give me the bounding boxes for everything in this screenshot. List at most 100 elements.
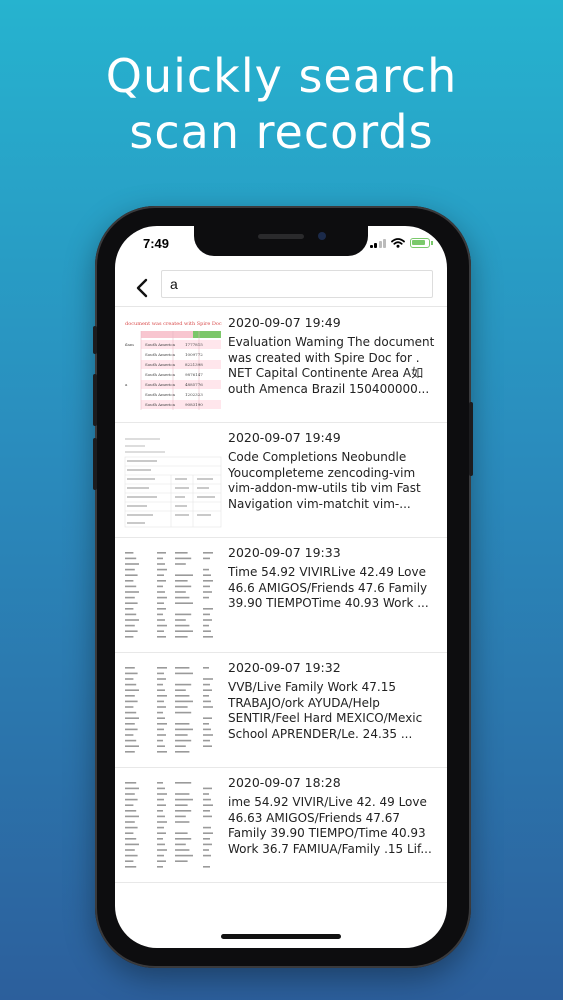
camera — [318, 232, 326, 240]
thumbnail-text-line — [125, 608, 134, 610]
thumbnail-text-line — [175, 849, 190, 851]
thumbnail-text-line — [175, 672, 193, 675]
thumbnail-text-line — [157, 574, 164, 576]
thumbnail-text-line — [175, 557, 192, 560]
thumbnail-text-line — [203, 608, 213, 610]
thumbnail-text-line — [125, 723, 135, 725]
thumbnail-text-line — [203, 636, 213, 638]
thumbnail-text-line — [203, 826, 211, 829]
record-text: Time 54.92 VIVIRLive 42.49 Love 46.6 AMI… — [228, 565, 429, 610]
svg-text:South America: South America — [145, 402, 176, 407]
records-list: document was created with Spire Doc for … — [115, 308, 447, 883]
thumbnail-text-line — [203, 613, 210, 616]
thumbnail-text-line — [175, 602, 193, 604]
thumbnail-text-line — [203, 695, 209, 697]
thumbnail-text-line — [175, 843, 186, 846]
thumbnail-text-line — [157, 810, 163, 812]
thumbnail-text-line — [157, 723, 167, 725]
thumbnail-text-line — [157, 608, 166, 610]
thumbnail-text-line — [125, 745, 139, 747]
thumbnail-text-line — [175, 782, 192, 784]
thumbnail-text-line — [203, 683, 210, 686]
thumbnail-text-line — [157, 815, 165, 818]
search-input[interactable] — [161, 270, 433, 298]
thumbnail-text-line — [125, 602, 138, 604]
thumbnail-text-line — [125, 739, 137, 742]
thumbnail-text-line — [157, 667, 167, 669]
search-toolbar — [115, 266, 447, 308]
thumbnail-text-line — [125, 810, 137, 812]
status-icons — [369, 238, 433, 248]
thumbnail-text-line — [203, 739, 210, 742]
thumbnail-text-line — [157, 826, 164, 829]
thumbnail-text-line — [125, 557, 137, 560]
thumbnail-text-line — [157, 695, 167, 697]
thumbnail-text-line — [175, 700, 193, 703]
svg-text:a: a — [125, 382, 128, 387]
record-row[interactable]: 2020-09-07 19:49 Code Completions Neobun… — [115, 423, 447, 538]
thumbnail-text-line — [125, 787, 139, 790]
document-thumbnail — [123, 663, 223, 759]
thumbnail-text-line — [157, 689, 165, 691]
thumbnail-text-line — [125, 695, 135, 697]
headline-line-2: scan records — [129, 105, 434, 159]
thumbnail-text-line — [175, 832, 188, 834]
thumbnail-text-line — [175, 636, 188, 638]
thumbnail-text-line — [203, 596, 209, 599]
thumbnail-text-line — [125, 613, 137, 616]
thumbnail-text-line — [125, 585, 137, 588]
battery-icon — [410, 238, 430, 248]
notch — [194, 226, 368, 256]
thumbnail-text-line — [125, 838, 137, 840]
document-thumbnail — [123, 778, 223, 874]
thumbnail-text-line — [203, 843, 212, 846]
svg-text:8221398: 8221398 — [185, 362, 203, 367]
thumbnail-text-line — [175, 860, 188, 862]
svg-text:ilam: ilam — [125, 342, 134, 347]
record-row[interactable]: document was created with Spire Doc for … — [115, 308, 447, 423]
svg-text:4885776: 4885776 — [185, 382, 203, 387]
record-row[interactable]: 2020-09-07 19:32 VVB/Live Family Work 47… — [115, 653, 447, 768]
back-arrow-icon[interactable] — [131, 276, 155, 300]
thumbnail-text-line — [125, 580, 134, 582]
thumbnail-text-line — [175, 596, 190, 599]
thumbnail-text-line — [125, 798, 138, 801]
thumbnail-text-line — [203, 585, 210, 588]
thumbnail-text-line — [157, 849, 167, 851]
thumbnail-text-line — [125, 706, 134, 708]
thumbnail-text-line — [203, 667, 209, 669]
thumbnail-text-line — [175, 728, 193, 731]
thumbnail-text-line — [157, 860, 166, 862]
thumbnail-text-line — [125, 568, 135, 571]
record-row[interactable]: 2020-09-07 19:33 Time 54.92 VIVIRLive 42… — [115, 538, 447, 653]
thumbnail-text-line — [203, 700, 211, 703]
thumbnail-text-line — [175, 723, 190, 725]
thumbnail-text-line — [125, 843, 139, 846]
thumbnail-text-line — [175, 838, 192, 840]
thumbnail-text-line — [125, 832, 134, 834]
thumbnail-text-line — [125, 667, 135, 669]
thumbnail-text-line — [203, 723, 209, 725]
record-row[interactable]: 2020-09-07 18:28 ime 54.92 VIVIR/Live 42… — [115, 768, 447, 883]
record-date: 2020-09-07 19:49 — [228, 430, 341, 445]
thumbnail-text-line — [203, 580, 213, 582]
thumbnail-text-line — [125, 751, 135, 753]
phone-volume-button — [93, 326, 97, 354]
record-date: 2020-09-07 19:49 — [228, 315, 341, 330]
thumbnail-text-line — [157, 630, 164, 632]
thumbnail-text-line — [175, 739, 192, 742]
thumbnail-text-line — [125, 782, 137, 784]
thumbnail-text-line — [203, 849, 209, 851]
thumbnail-text-line — [125, 563, 139, 565]
thumbnail-text-line — [203, 574, 211, 576]
thumbnail-text-line — [125, 849, 135, 851]
thumbnail-text-line — [157, 798, 164, 801]
thumbnail-text-line — [157, 596, 167, 599]
thumbnail-text-line — [175, 810, 192, 812]
headline: Quickly search scan records — [0, 48, 563, 160]
thumbnail-text-line — [203, 734, 213, 736]
thumbnail-text-line — [175, 815, 186, 818]
thumbnail-text-line — [175, 734, 188, 736]
app-screen: 7:49 document was created with Spire Doc… — [115, 226, 447, 948]
thumbnail-text-line — [175, 695, 190, 697]
